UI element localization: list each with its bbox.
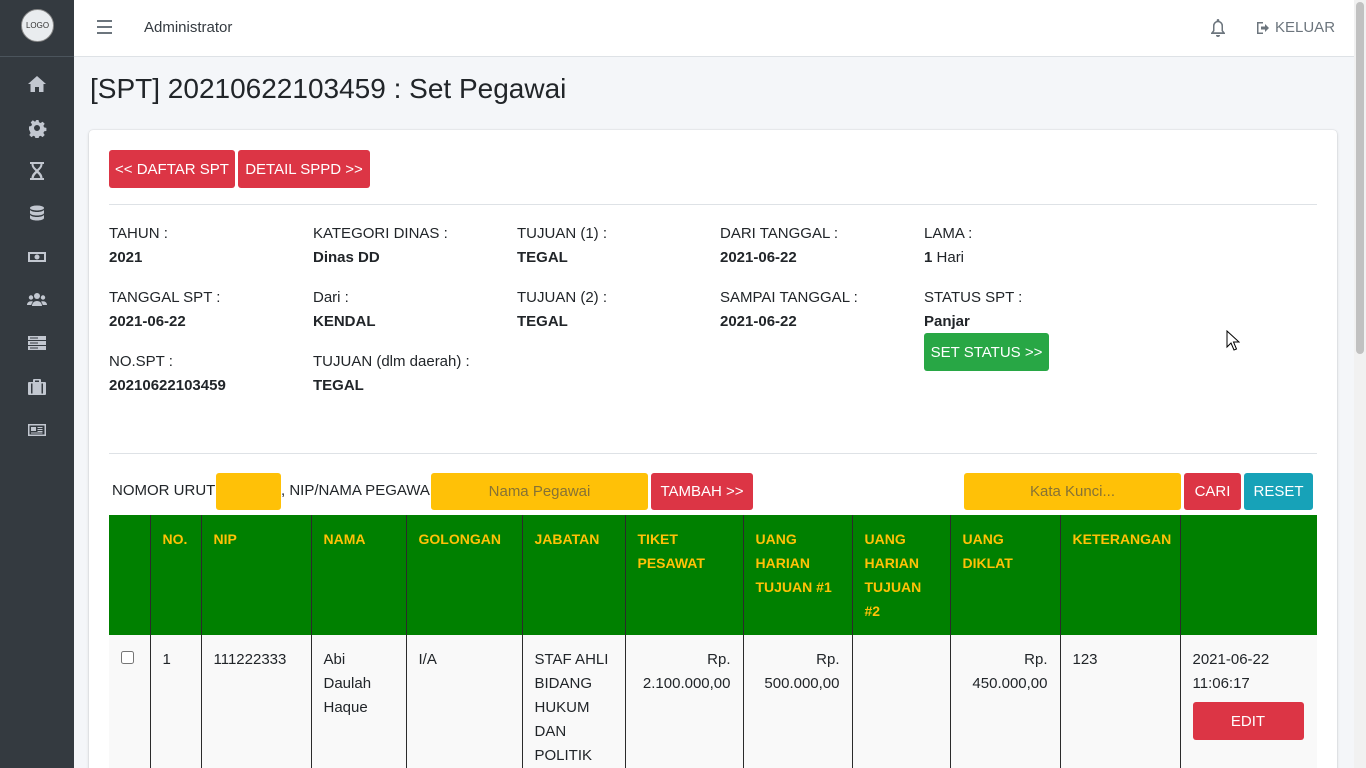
tanggal-spt-value: 2021-06-22 xyxy=(109,313,186,330)
money-icon[interactable] xyxy=(27,247,47,267)
tanggal-spt-label: TANGGAL SPT : xyxy=(109,289,221,306)
row-tiket-pesawat: Rp. 2.100.000,00 xyxy=(625,635,744,768)
divider xyxy=(0,56,74,57)
user-name: Administrator xyxy=(144,19,233,36)
tujuan-dlm-daerah-value: TEGAL xyxy=(313,377,364,394)
lama-number: 1 xyxy=(924,249,933,266)
column-header: JABATAN xyxy=(522,515,626,635)
row-uang-diklat: Rp. 450.000,00 xyxy=(950,635,1061,768)
dari-value: KENDAL xyxy=(313,313,376,330)
home-icon[interactable] xyxy=(27,74,47,94)
tujuan-dlm-daerah-label: TUJUAN (dlm daerah) : xyxy=(313,353,470,370)
column-header: NO. xyxy=(150,515,202,635)
lama-unit: Hari xyxy=(936,249,965,266)
briefcase-icon[interactable] xyxy=(27,377,47,397)
divider xyxy=(109,453,1317,454)
reset-button[interactable]: RESET xyxy=(1244,473,1313,510)
page-scrollbar[interactable] xyxy=(1354,0,1366,768)
nip-nama-label: , NIP/NAMA PEGAWAI : xyxy=(281,482,443,499)
scrollbar-thumb[interactable] xyxy=(1356,2,1364,354)
lama-value: 1 Hari xyxy=(924,249,964,266)
status-spt-label: STATUS SPT : xyxy=(924,289,1023,306)
dari-tanggal-label: DARI TANGGAL : xyxy=(720,225,839,242)
row-golongan: I/A xyxy=(406,635,523,768)
nama-pegawai-input[interactable] xyxy=(431,473,648,510)
tambah-button[interactable]: TAMBAH >> xyxy=(651,473,753,510)
column-header: UANG DIKLAT xyxy=(950,515,1061,635)
row-actions-cell: 2021-06-22 11:06:17 EDIT xyxy=(1180,635,1317,768)
nospt-label: NO.SPT : xyxy=(109,353,173,370)
sampai-tanggal-value: 2021-06-22 xyxy=(720,313,797,330)
kategori-label: KATEGORI DINAS : xyxy=(313,225,448,242)
search-input[interactable] xyxy=(964,473,1181,510)
row-jabatan: STAF AHLI BIDANG HUKUM DAN POLITIK xyxy=(522,635,626,768)
dari-label: Dari : xyxy=(313,289,349,306)
column-header: UANG HARIAN TUJUAN #1 xyxy=(743,515,853,635)
row-timestamp: 2021-06-22 11:06:17 xyxy=(1192,651,1270,692)
sampai-tanggal-label: SAMPAI TANGGAL : xyxy=(720,289,858,306)
page-title: [SPT] 20210622103459 : Set Pegawai xyxy=(90,73,567,104)
mouse-cursor-icon xyxy=(1226,330,1240,351)
lama-label: LAMA : xyxy=(924,225,973,242)
logo[interactable]: LOGO xyxy=(21,9,54,42)
status-spt-value: Panjar xyxy=(924,313,970,330)
row-no: 1 xyxy=(150,635,202,768)
edit-button[interactable]: EDIT xyxy=(1192,702,1304,740)
row-nama: Abi Daulah Haque xyxy=(311,635,407,768)
column-header: NAMA xyxy=(311,515,407,635)
divider xyxy=(109,204,1317,205)
nomor-urut-input[interactable] xyxy=(216,473,281,510)
column-header: KETERANGAN xyxy=(1060,515,1181,635)
tahun-value: 2021 xyxy=(109,249,143,266)
tujuan1-label: TUJUAN (1) : xyxy=(517,225,607,242)
row-select-cell xyxy=(109,635,151,768)
row-checkbox[interactable] xyxy=(121,651,134,664)
sidebar: LOGO xyxy=(0,0,74,768)
row-uang-harian-2 xyxy=(852,635,951,768)
hourglass-icon[interactable] xyxy=(27,161,47,181)
back-to-spt-list-button[interactable]: << DAFTAR SPT xyxy=(109,150,235,188)
menu-toggle-icon[interactable] xyxy=(97,20,112,34)
row-keterangan: 123 xyxy=(1060,635,1181,768)
column-header xyxy=(109,515,151,635)
gear-icon[interactable] xyxy=(27,118,47,138)
topbar: Administrator KELUAR xyxy=(74,0,1354,57)
pegawai-table: NO. NIP NAMA GOLONGAN JABATAN TIKET PESA… xyxy=(109,515,1317,768)
column-header xyxy=(1180,515,1317,635)
table-header-row: NO. NIP NAMA GOLONGAN JABATAN TIKET PESA… xyxy=(109,515,1317,635)
table-row: 1 111222333 Abi Daulah Haque I/A STAF AH… xyxy=(109,635,1317,768)
row-uang-harian-1: Rp. 500.000,00 xyxy=(743,635,853,768)
set-status-button[interactable]: SET STATUS >> xyxy=(924,333,1049,371)
database-icon[interactable] xyxy=(27,204,47,224)
server-icon[interactable] xyxy=(27,333,47,353)
tujuan2-label: TUJUAN (2) : xyxy=(517,289,607,306)
newspaper-icon[interactable] xyxy=(27,420,47,440)
tahun-label: TAHUN : xyxy=(109,225,168,242)
row-nip: 111222333 xyxy=(201,635,312,768)
kategori-value: Dinas DD xyxy=(313,249,380,266)
nospt-value: 20210622103459 xyxy=(109,377,226,394)
column-header: GOLONGAN xyxy=(406,515,523,635)
column-header: NIP xyxy=(201,515,312,635)
detail-sppd-button[interactable]: DETAIL SPPD >> xyxy=(238,150,370,188)
logout-icon xyxy=(1257,21,1269,34)
nomor-urut-label: NOMOR URUT : xyxy=(112,482,224,499)
column-header: TIKET PESAWAT xyxy=(625,515,744,635)
logout-button[interactable]: KELUAR xyxy=(1256,19,1335,36)
tujuan1-value: TEGAL xyxy=(517,249,568,266)
bell-icon[interactable] xyxy=(1210,19,1226,37)
cari-button[interactable]: CARI xyxy=(1184,473,1241,510)
users-icon[interactable] xyxy=(27,290,47,310)
column-header: UANG HARIAN TUJUAN #2 xyxy=(852,515,951,635)
tujuan2-value: TEGAL xyxy=(517,313,568,330)
dari-tanggal-value: 2021-06-22 xyxy=(720,249,797,266)
logout-label: KELUAR xyxy=(1275,19,1336,36)
main-card: << DAFTAR SPT DETAIL SPPD >> TAHUN : 202… xyxy=(89,130,1337,768)
